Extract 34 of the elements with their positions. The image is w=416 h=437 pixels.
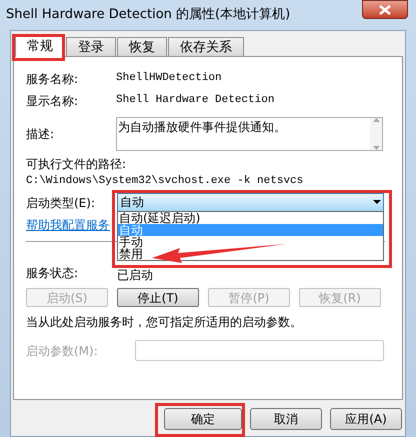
help-link[interactable]: 帮助我配置服务 bbox=[26, 216, 110, 234]
close-button[interactable] bbox=[362, 0, 408, 19]
down-arrow-icon bbox=[372, 146, 380, 150]
field-label: 启动类型(E): bbox=[26, 196, 95, 210]
tab[interactable]: 登录 bbox=[66, 37, 116, 56]
dialog-button[interactable]: 应用(A) bbox=[330, 408, 402, 430]
dropdown-option[interactable]: 自动(延迟启动) bbox=[118, 212, 202, 224]
dialog-button[interactable]: 取消 bbox=[250, 408, 322, 430]
dropdown-option[interactable]: 禁用 bbox=[118, 248, 144, 260]
tab[interactable]: 依存关系 bbox=[168, 37, 244, 56]
dropdown-caret-icon bbox=[373, 200, 381, 204]
startup-type-dropdown[interactable]: 自动 bbox=[117, 192, 384, 212]
field-label: 描述: bbox=[26, 127, 54, 141]
close-icon bbox=[379, 4, 391, 14]
field-label: 服务名称: bbox=[26, 72, 78, 86]
window-title: Shell Hardware Detection 的属性(本地计算机) bbox=[6, 6, 290, 24]
service-status-value: 已启动 bbox=[117, 267, 153, 284]
tab[interactable]: 恢复 bbox=[117, 37, 167, 56]
field-label: 服务状态: bbox=[26, 266, 78, 280]
dropdown-option[interactable]: 手动 bbox=[118, 236, 144, 248]
path-value: C:\Windows\System32\svchost.exe -k netsvcs bbox=[26, 174, 304, 189]
scrollbar[interactable] bbox=[370, 118, 382, 150]
description-text: 为自动播放硬件事件提供通知。 bbox=[117, 119, 287, 136]
display-name-value: Shell Hardware Detection bbox=[116, 92, 274, 108]
service-button[interactable]: 停止(T) bbox=[117, 288, 199, 306]
dialog-button[interactable]: 确定 bbox=[164, 408, 242, 430]
up-arrow-icon bbox=[372, 118, 380, 122]
highlight-frame bbox=[12, 34, 65, 61]
hint-text: 当从此处启动服务时，您可指定所适用的启动参数。 bbox=[26, 314, 302, 331]
field-label: 可执行文件的路径: bbox=[26, 156, 126, 173]
service-name-value: ShellHWDetection bbox=[116, 70, 222, 86]
field-label: 显示名称: bbox=[26, 94, 78, 108]
field-label: 启动参数(M): bbox=[26, 344, 98, 358]
description-box[interactable]: 为自动播放硬件事件提供通知。 bbox=[116, 117, 383, 151]
